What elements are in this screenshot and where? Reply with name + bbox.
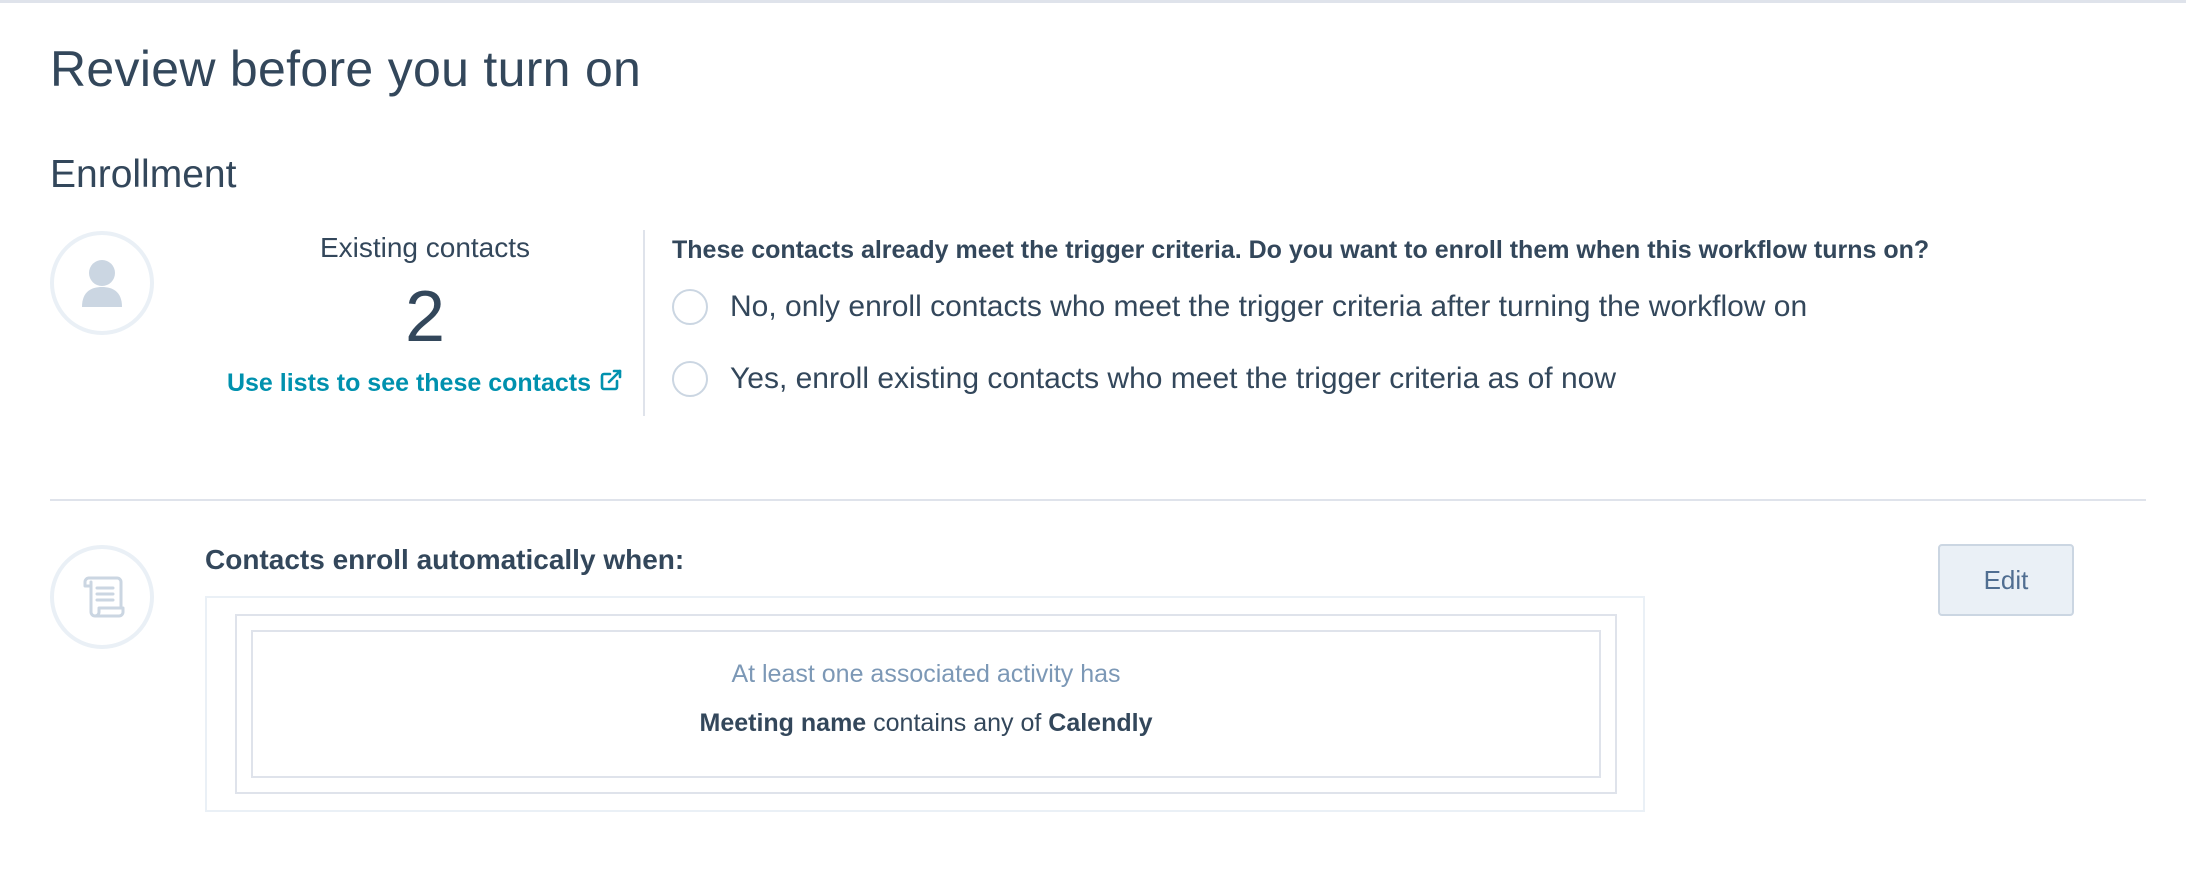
filter-property: Meeting name — [699, 709, 867, 737]
vertical-divider — [643, 230, 645, 416]
external-link-icon — [599, 368, 623, 399]
contact-avatar-icon — [50, 231, 154, 335]
edit-button[interactable]: Edit — [1938, 544, 2074, 616]
filter-header: At least one associated activity has — [731, 660, 1121, 688]
existing-contacts-panel: Existing contacts 2 Use lists to see the… — [205, 228, 645, 399]
trigger-criteria-box: At least one associated activity has Mee… — [205, 596, 1645, 812]
radio-button[interactable] — [672, 361, 708, 397]
filter-operator: contains any of — [873, 709, 1042, 737]
existing-contacts-count: 2 — [404, 277, 446, 357]
filter-group: At least one associated activity has Mee… — [235, 614, 1617, 794]
radio-button[interactable] — [672, 289, 708, 325]
filter-card: At least one associated activity has Mee… — [251, 630, 1601, 778]
option-label: No, only enroll contacts who meet the tr… — [730, 290, 1808, 323]
option-no-enroll-later[interactable]: No, only enroll contacts who meet the tr… — [672, 289, 1807, 325]
option-label: Yes, enroll existing contacts who meet t… — [730, 362, 1616, 395]
filter-value: Calendly — [1048, 709, 1153, 737]
use-lists-link-label: Use lists to see these contacts — [226, 369, 592, 397]
section-divider — [50, 499, 2146, 501]
enrollment-section-title: Enrollment — [50, 153, 237, 196]
existing-contacts-label: Existing contacts — [319, 232, 531, 263]
enrollment-question: These contacts already meet the trigger … — [672, 236, 1930, 264]
use-lists-link[interactable]: Use lists to see these contacts — [227, 368, 623, 399]
scroll-icon — [50, 545, 154, 649]
page-title: Review before you turn on — [50, 41, 642, 97]
auto-enroll-title: Contacts enroll automatically when: — [205, 544, 685, 575]
filter-condition: Meeting name contains any of Calendly — [253, 709, 1599, 738]
top-divider — [0, 0, 2186, 3]
option-yes-enroll-existing[interactable]: Yes, enroll existing contacts who meet t… — [672, 361, 1616, 397]
